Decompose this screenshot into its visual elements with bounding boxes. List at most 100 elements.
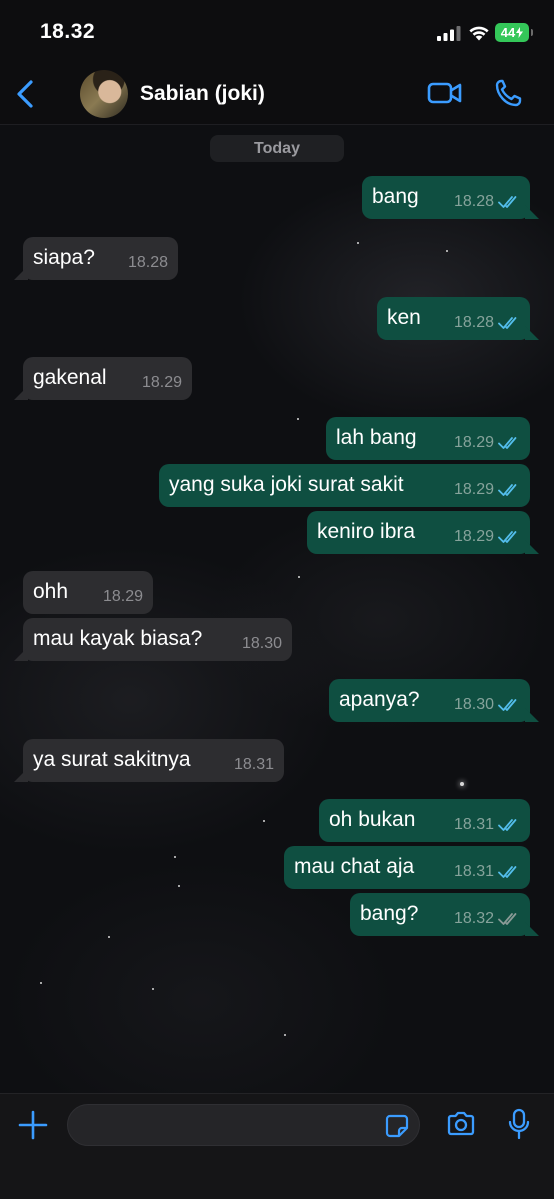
message-meta: 18.29 <box>454 434 520 452</box>
plus-icon[interactable] <box>18 1110 48 1140</box>
contact-name[interactable]: Sabian (joki) <box>140 82 265 106</box>
message-bubble-outgoing[interactable]: ken 18.28 <box>377 297 539 340</box>
double-check-icon <box>498 699 517 711</box>
message-meta: 18.29 <box>454 481 520 499</box>
wallpaper-star <box>178 885 180 887</box>
message-bubble-outgoing[interactable]: mau chat aja 18.31 <box>284 846 530 889</box>
wallpaper-star <box>446 250 448 252</box>
message-text: bang <box>372 185 419 208</box>
battery-indicator: 44 <box>495 23 533 42</box>
back-chevron-icon[interactable] <box>12 76 40 112</box>
message-bubble-incoming[interactable]: gakenal 18.29 <box>14 357 192 400</box>
date-separator: Today <box>210 135 344 162</box>
sticker-icon[interactable] <box>385 1114 409 1138</box>
double-check-icon <box>498 531 517 543</box>
bubble-tail <box>14 386 28 400</box>
double-check-icon <box>498 866 517 878</box>
wallpaper-star <box>263 820 265 822</box>
double-check-icon <box>498 317 517 329</box>
message-meta: 18.28 <box>128 254 168 272</box>
charging-bolt-icon <box>516 27 524 38</box>
wallpaper-star <box>298 576 300 578</box>
double-check-icon <box>498 819 517 831</box>
wallpaper-star <box>297 418 299 420</box>
message-bubble-outgoing[interactable]: oh bukan 18.31 <box>319 799 530 842</box>
status-time: 18.32 <box>40 20 96 43</box>
message-meta: 18.29 <box>142 374 182 392</box>
wallpaper-star <box>40 982 42 984</box>
bubble-tail <box>14 768 28 782</box>
wallpaper-star <box>357 242 359 244</box>
bubble-tail <box>14 647 28 661</box>
bubble-tail <box>525 540 539 554</box>
message-time: 18.31 <box>453 816 494 833</box>
message-bubble-incoming[interactable]: siapa? 18.28 <box>14 237 178 280</box>
message-meta: 18.31 <box>454 863 520 881</box>
message-text: ohh <box>33 580 69 603</box>
wallpaper-star <box>284 1034 286 1036</box>
message-text: siapa? <box>33 246 95 269</box>
message-meta: 18.28 <box>454 193 520 211</box>
message-bubble-outgoing[interactable]: lah bang 18.29 <box>326 417 530 460</box>
message-bubble-outgoing[interactable]: apanya? 18.30 <box>329 679 539 722</box>
message-text: apanya? <box>339 688 420 711</box>
message-meta: 18.32 <box>454 910 520 928</box>
message-text: ya surat sakitnya <box>33 748 191 771</box>
message-meta: 18.31 <box>234 756 274 774</box>
message-text: bang? <box>360 902 419 925</box>
message-time: 18.30 <box>241 635 282 652</box>
chat-header: 18.32 44 Sabian (joki) <box>0 0 554 125</box>
message-bubble-outgoing[interactable]: bang 18.28 <box>362 176 539 219</box>
camera-icon[interactable] <box>446 1111 476 1137</box>
message-time: 18.30 <box>453 696 494 713</box>
battery-level: 44 <box>500 25 516 40</box>
message-text: yang suka joki surat sakit <box>169 473 404 496</box>
message-time: 18.29 <box>102 588 143 605</box>
chat-screen: 18.32 44 Sabian (joki) Today bang 18.28 … <box>0 0 554 1199</box>
message-text: keniro ibra <box>317 520 416 543</box>
bubble-tail <box>14 266 28 280</box>
message-time: 18.29 <box>453 481 494 498</box>
message-meta: 18.28 <box>454 314 520 332</box>
double-check-icon <box>498 913 517 925</box>
bubble-tail <box>525 205 539 219</box>
message-text: ken <box>387 306 421 329</box>
message-input[interactable] <box>67 1104 420 1146</box>
message-meta: 18.31 <box>454 816 520 834</box>
cellular-signal-icon <box>437 26 461 41</box>
message-bubble-outgoing[interactable]: yang suka joki surat sakit 18.29 <box>159 464 530 507</box>
bubble-tail <box>525 326 539 340</box>
message-meta: 18.29 <box>103 588 143 606</box>
message-bubble-outgoing[interactable]: bang? 18.32 <box>350 893 539 936</box>
message-meta: 18.30 <box>242 635 282 653</box>
wifi-icon <box>469 26 489 41</box>
double-check-icon <box>498 437 517 449</box>
contact-avatar[interactable] <box>80 70 128 118</box>
message-time: 18.28 <box>453 193 494 210</box>
message-bubble-outgoing[interactable]: keniro ibra 18.29 <box>307 511 539 554</box>
message-text: mau chat aja <box>294 855 415 878</box>
phone-call-icon[interactable] <box>494 78 522 108</box>
message-time: 18.28 <box>127 254 168 271</box>
message-bubble-incoming[interactable]: mau kayak biasa? 18.30 <box>14 618 292 661</box>
message-bubble-incoming[interactable]: ya surat sakitnya 18.31 <box>14 739 284 782</box>
message-time: 18.32 <box>453 910 494 927</box>
message-text: oh bukan <box>329 808 416 831</box>
wallpaper-star <box>174 856 176 858</box>
microphone-icon[interactable] <box>508 1108 530 1140</box>
composer-bar <box>0 1093 554 1199</box>
wallpaper-star <box>460 782 464 786</box>
message-meta: 18.29 <box>454 528 520 546</box>
message-bubble-incoming[interactable]: ohh 18.29 <box>23 571 153 614</box>
message-time: 18.28 <box>453 314 494 331</box>
message-time: 18.29 <box>141 374 182 391</box>
bubble-tail <box>525 922 539 936</box>
message-text: mau kayak biasa? <box>33 627 203 650</box>
wallpaper-star <box>152 988 154 990</box>
message-text: gakenal <box>33 366 107 389</box>
message-time: 18.31 <box>453 863 494 880</box>
message-text: lah bang <box>336 426 417 449</box>
message-meta: 18.30 <box>454 696 520 714</box>
message-time: 18.29 <box>453 434 494 451</box>
video-call-icon[interactable] <box>427 80 463 106</box>
